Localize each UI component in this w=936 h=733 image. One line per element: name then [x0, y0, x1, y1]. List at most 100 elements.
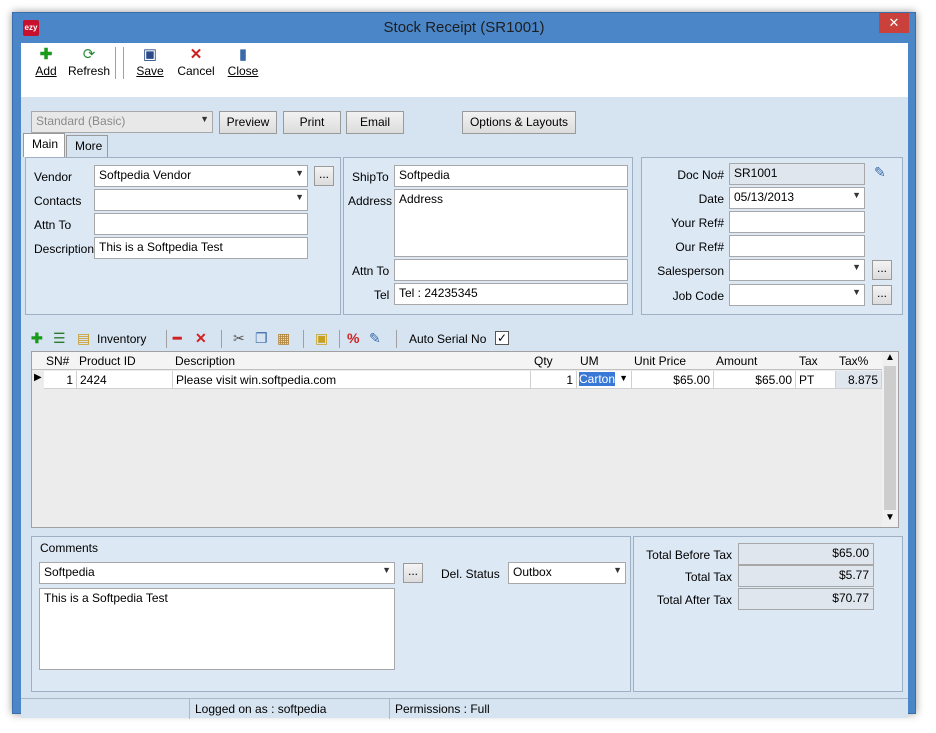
toolbar-separator [396, 330, 397, 348]
inventory-button[interactable]: Inventory [97, 332, 146, 346]
document-panel: Doc No# SR1001 ✎ Date 05/13/2013 ▼ Your … [641, 157, 903, 315]
status-bar: Logged on as : softpedia Permissions : F… [21, 698, 908, 719]
col-um[interactable]: UM [580, 354, 599, 368]
ship-attn-to-field[interactable] [394, 259, 628, 281]
refresh-button[interactable]: ⟳ Refresh [68, 46, 110, 78]
vendor-select[interactable]: Softpedia Vendor ▼ [94, 165, 308, 187]
cell-unit-price[interactable]: $65.00 [632, 371, 714, 389]
minus-icon[interactable]: ━ [173, 330, 181, 346]
contacts-select[interactable]: ▼ [94, 189, 308, 211]
edit-pencil-icon[interactable]: ✎ [874, 164, 886, 181]
cancel-button[interactable]: ✕ Cancel [177, 46, 215, 78]
cell-um[interactable]: Carton ▼ [577, 371, 632, 389]
copy-icon[interactable]: ❐ [255, 330, 268, 346]
toolbar-separator [221, 330, 222, 348]
total-tax-value: $5.77 [738, 565, 874, 587]
comments-select[interactable]: Softpedia ▼ [39, 562, 395, 584]
insert-row-icon[interactable]: ☰ [53, 330, 66, 346]
paste-icon[interactable]: ▦ [277, 330, 290, 346]
chevron-down-icon: ▼ [295, 192, 304, 202]
comments-textarea[interactable]: This is a Softpedia Test [39, 588, 395, 670]
close-label: Close [227, 64, 259, 78]
scroll-thumb[interactable] [884, 366, 896, 510]
total-before-tax-value: $65.00 [738, 543, 874, 565]
col-sn[interactable]: SN# [46, 354, 69, 368]
import-icon[interactable]: ▣ [315, 330, 328, 346]
vendor-panel: Vendor Softpedia Vendor ▼ ... Contacts ▼… [25, 157, 341, 315]
cell-tax-pct[interactable]: 8.875 [836, 371, 882, 389]
description-field[interactable]: This is a Softpedia Test [94, 237, 308, 259]
permissions-status: Permissions : Full [395, 702, 490, 716]
col-description[interactable]: Description [175, 354, 235, 368]
auto-serial-checkbox[interactable]: ✓ [495, 331, 509, 345]
job-code-browse-button[interactable]: ... [872, 285, 892, 305]
del-status-select[interactable]: Outbox ▼ [508, 562, 626, 584]
col-amount[interactable]: Amount [716, 354, 757, 368]
cell-product-id[interactable]: 2424 [77, 371, 173, 389]
chevron-down-icon[interactable]: ▼ [885, 512, 895, 523]
chevron-down-icon: ▼ [852, 190, 861, 200]
cell-sn[interactable]: 1 [44, 371, 77, 389]
col-tax-pct[interactable]: Tax% [839, 354, 868, 368]
inventory-icon[interactable]: ▤ [77, 330, 90, 346]
shipto-field[interactable]: Softpedia [394, 165, 628, 187]
delete-x-icon[interactable]: ✕ [195, 330, 207, 346]
save-button[interactable]: ▣ Save [136, 46, 164, 78]
del-status-label: Del. Status [441, 567, 500, 581]
cell-description[interactable]: Please visit win.softpedia.com [173, 371, 531, 389]
total-after-tax-label: Total After Tax [656, 593, 732, 607]
salesperson-select[interactable]: ▼ [729, 259, 865, 281]
layout-select[interactable]: Standard (Basic) ▼ [31, 111, 213, 133]
your-ref-field[interactable] [729, 211, 865, 233]
cell-amount[interactable]: $65.00 [714, 371, 796, 389]
main-toolbar: ✚ Add ⟳ Refresh ▣ Save ✕ Cancel ▮ Close [21, 43, 908, 97]
job-code-select[interactable]: ▼ [729, 284, 865, 306]
tab-main[interactable]: Main [23, 133, 65, 157]
cancel-label: Cancel [177, 64, 215, 78]
date-value: 05/13/2013 [734, 190, 795, 204]
save-label: Save [136, 64, 164, 78]
close-button[interactable]: ▮ Close [226, 46, 260, 78]
vendor-label: Vendor [34, 170, 73, 184]
percent-icon[interactable]: % [347, 330, 359, 346]
preview-button[interactable]: Preview [219, 111, 277, 134]
chevron-up-icon[interactable]: ▲ [885, 352, 895, 363]
toolbar-separator [123, 47, 124, 79]
vendor-browse-button[interactable]: ... [314, 166, 334, 186]
close-window-button[interactable]: ✕ [879, 13, 909, 33]
col-qty[interactable]: Qty [534, 354, 553, 368]
address-field[interactable]: Address [394, 189, 628, 257]
col-unit-price[interactable]: Unit Price [634, 354, 686, 368]
del-status-value: Outbox [513, 565, 552, 579]
col-product-id[interactable]: Product ID [79, 354, 136, 368]
cell-tax[interactable]: PT [796, 371, 836, 389]
add-button[interactable]: ✚ Add [33, 46, 59, 78]
attn-to-label: Attn To [34, 218, 72, 232]
col-tax[interactable]: Tax [799, 354, 818, 368]
tab-more[interactable]: More [66, 135, 108, 157]
toolbar-separator [115, 47, 116, 79]
options-layouts-button[interactable]: Options & Layouts [462, 111, 576, 134]
grid-scrollbar[interactable]: ▲ ▼ [882, 352, 898, 527]
x-icon: ✕ [189, 46, 203, 63]
title-bar: ezy Stock Receipt (SR1001) ✕ [13, 13, 915, 43]
our-ref-field[interactable] [729, 235, 865, 257]
edit-pencil-icon[interactable]: ✎ [369, 330, 381, 346]
chevron-down-icon: ▼ [295, 168, 304, 178]
date-label: Date [698, 192, 724, 206]
attn-to-field[interactable] [94, 213, 308, 235]
cut-icon[interactable]: ✂ [233, 330, 245, 346]
comments-browse-button[interactable]: ... [403, 563, 423, 583]
ship-attn-to-label: Attn To [352, 264, 390, 278]
tel-field[interactable]: Tel : 24235345 [394, 283, 628, 305]
chevron-down-icon: ▼ [613, 565, 622, 575]
email-button[interactable]: Email [346, 111, 404, 134]
comments-value: Softpedia [44, 565, 95, 579]
print-button[interactable]: Print [283, 111, 341, 134]
date-picker[interactable]: 05/13/2013 ▼ [729, 187, 865, 209]
description-label: Description [34, 242, 95, 256]
add-row-icon[interactable]: ✚ [31, 330, 43, 346]
salesperson-browse-button[interactable]: ... [872, 260, 892, 280]
cell-qty[interactable]: 1 [531, 371, 577, 389]
chevron-down-icon: ▼ [200, 114, 209, 124]
